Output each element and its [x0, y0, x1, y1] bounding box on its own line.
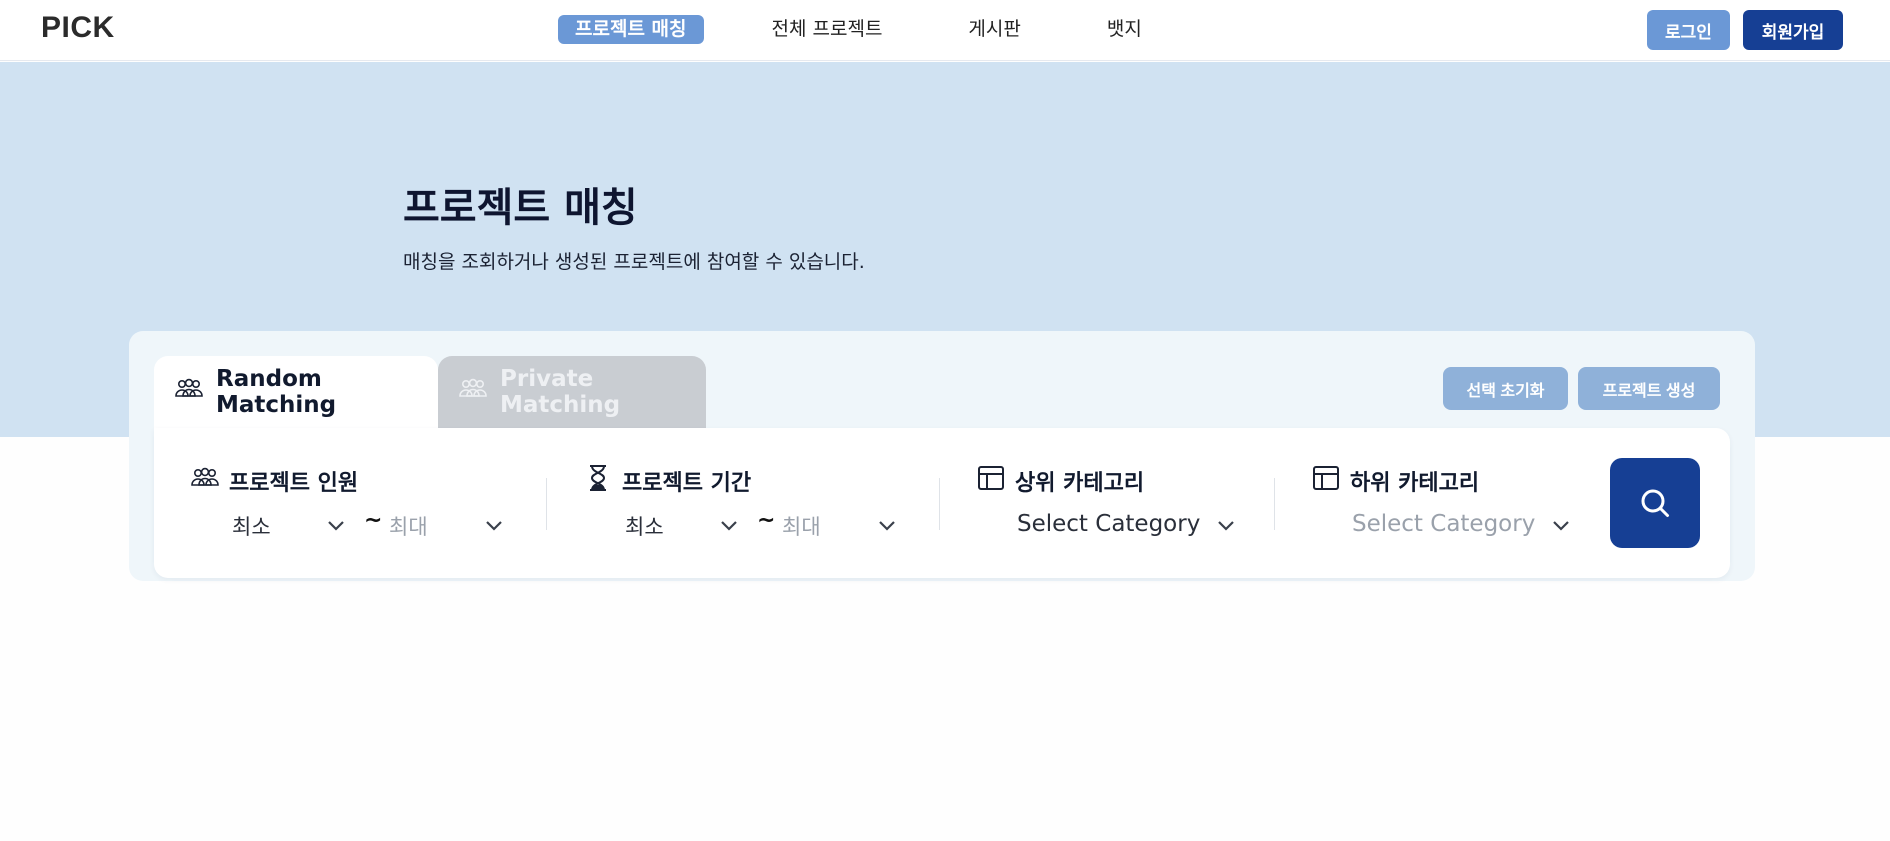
- chevron-down-icon[interactable]: [720, 520, 738, 532]
- filter-upper-category: 상위 카테고리 Select Category: [976, 428, 1276, 578]
- reset-selection-button[interactable]: 선택 초기화: [1443, 367, 1568, 410]
- lower-category-select[interactable]: Select Category: [1352, 511, 1582, 537]
- lower-category-value: Select Category: [1352, 511, 1536, 537]
- search-icon: [1641, 489, 1669, 517]
- upper-category-value: Select Category: [1017, 511, 1201, 537]
- chevron-down-icon[interactable]: [1217, 520, 1235, 532]
- upper-category-select[interactable]: Select Category: [1017, 511, 1247, 537]
- main-nav: 프로젝트 매칭 전체 프로젝트 게시판 뱃지: [558, 15, 1159, 44]
- divider: [939, 478, 940, 530]
- hourglass-icon: [583, 464, 613, 498]
- people-group-icon: [174, 378, 204, 406]
- period-min-value: 최소: [625, 515, 664, 539]
- chevron-down-icon[interactable]: [485, 520, 503, 532]
- filter-lower-category-label: 하위 카테고리: [1350, 471, 1480, 496]
- layout-icon: [976, 464, 1006, 498]
- filter-upper-category-label-wrap: 상위 카테고리: [976, 464, 1144, 498]
- search-button[interactable]: [1610, 458, 1700, 548]
- members-max-value: 최대: [389, 515, 428, 539]
- tab-private-label: Private Matching: [500, 366, 621, 418]
- filter-card: 프로젝트 인원 최소 ~ 최대 프로젝트 기간 최소 ~ 최대 상위 카테고리 …: [154, 428, 1730, 578]
- filter-members: 프로젝트 인원 최소 ~ 최대: [190, 428, 530, 578]
- login-button[interactable]: 로그인: [1647, 10, 1730, 50]
- chevron-down-icon[interactable]: [327, 520, 345, 532]
- period-max-value: 최대: [782, 515, 821, 539]
- create-project-button[interactable]: 프로젝트 생성: [1578, 367, 1720, 410]
- filter-members-label: 프로젝트 인원: [229, 471, 359, 496]
- members-min-value: 최소: [232, 515, 271, 539]
- nav-project-matching[interactable]: 프로젝트 매칭: [558, 15, 704, 44]
- nav-board[interactable]: 게시판: [951, 15, 1037, 44]
- range-tilde: ~: [757, 508, 776, 533]
- page-title: 프로젝트 매칭: [403, 185, 638, 231]
- tab-random-label: Random Matching: [216, 366, 337, 418]
- people-group-icon: [458, 378, 488, 406]
- tab-private-matching[interactable]: Private Matching: [438, 356, 706, 428]
- chevron-down-icon[interactable]: [1552, 520, 1570, 532]
- tab-random-matching[interactable]: Random Matching: [154, 356, 438, 428]
- logo[interactable]: PICK: [41, 11, 115, 45]
- filter-period-label-wrap: 프로젝트 기간: [583, 464, 751, 498]
- filter-lower-category-label-wrap: 하위 카테고리: [1311, 464, 1479, 498]
- people-group-icon: [190, 464, 220, 498]
- filter-period: 프로젝트 기간 최소 ~ 최대: [583, 428, 923, 578]
- nav-all-projects[interactable]: 전체 프로젝트: [755, 15, 900, 44]
- range-tilde: ~: [364, 508, 383, 533]
- nav-badge[interactable]: 뱃지: [1090, 15, 1159, 44]
- filter-members-label-wrap: 프로젝트 인원: [190, 464, 358, 498]
- filter-period-label: 프로젝트 기간: [622, 471, 752, 496]
- divider: [546, 478, 547, 530]
- page-subtitle: 매칭을 조회하거나 생성된 프로젝트에 참여할 수 있습니다.: [403, 251, 865, 273]
- layout-icon: [1311, 464, 1341, 498]
- chevron-down-icon[interactable]: [878, 520, 896, 532]
- top-header: PICK 프로젝트 매칭 전체 프로젝트 게시판 뱃지 로그인 회원가입: [0, 0, 1890, 61]
- filter-upper-category-label: 상위 카테고리: [1015, 471, 1145, 496]
- filter-lower-category: 하위 카테고리 Select Category: [1311, 428, 1611, 578]
- divider: [1274, 478, 1275, 530]
- signup-button[interactable]: 회원가입: [1743, 10, 1843, 50]
